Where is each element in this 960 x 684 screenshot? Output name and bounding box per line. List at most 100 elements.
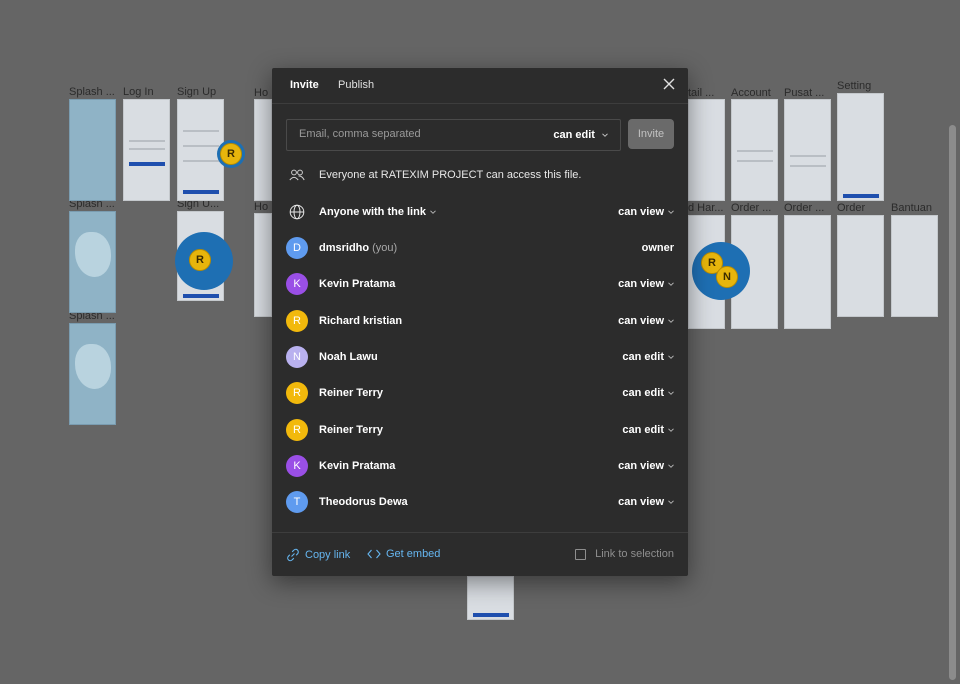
member-name-group: dmsridho (you) [319,242,397,254]
link-permission-select[interactable]: can view [618,206,674,218]
member-role: owner [642,242,674,254]
chevron-down-icon [668,210,674,214]
invite-button[interactable]: Invite [628,119,674,149]
email-input[interactable] [299,128,529,140]
frame-thumbnail[interactable] [688,99,725,201]
frame-thumbnail[interactable] [837,215,884,317]
frame-label[interactable]: Setting [837,80,871,92]
people-icon [286,164,308,186]
link-icon [287,548,299,562]
invite-permission-label: can edit [553,129,595,141]
tab-invite[interactable]: Invite [290,79,319,91]
frame-label[interactable]: Order [837,202,865,214]
link-to-selection-label: Link to selection [595,548,674,560]
frame-thumbnail[interactable] [784,215,831,329]
share-dialog: Invite Publish can edit Invite Everyone … [272,68,688,576]
member-permission-select[interactable]: can edit [622,424,674,436]
canvas-scrollbar[interactable] [949,125,956,680]
member-row: N Noah Lawu can edit [286,345,674,369]
frame-thumbnail[interactable] [731,99,778,201]
frame-thumbnail[interactable] [837,93,884,201]
frame-label[interactable]: Ho [254,201,268,213]
frame-thumbnail[interactable] [254,213,272,317]
member-name-group: Noah Lawu [319,351,378,363]
member-name: Noah Lawu [319,351,378,363]
member-you-tag: (you) [372,242,398,254]
chevron-down-icon [668,391,674,395]
chevron-down-icon [668,319,674,323]
link-access-select[interactable]: Anyone with the link [319,206,436,218]
collaborator-avatar: N [716,266,738,288]
copy-link-button[interactable]: Copy link [286,548,350,562]
member-permission-label: can view [618,496,664,508]
dialog-footer: Copy link Get embed Link to selection [272,532,688,576]
member-avatar: R [286,419,308,441]
member-name: dmsridho [319,242,370,254]
link-access-label: Anyone with the link [319,206,426,218]
collaborator-avatar: R [189,249,211,271]
member-permission-select[interactable]: can view [618,315,674,327]
chevron-down-icon [668,355,674,359]
link-permission-label: can view [618,206,664,218]
invite-permission-select[interactable]: can edit [553,129,608,141]
member-avatar: R [286,382,308,404]
team-access-text: Everyone at RATEXIM PROJECT can access t… [319,169,582,181]
chevron-down-icon [668,428,674,432]
frame-label[interactable]: Pusat ... [784,87,824,99]
dialog-header: Invite Publish [272,68,688,104]
member-name: Richard kristian [319,315,403,327]
close-icon[interactable] [662,77,676,91]
frame-label[interactable]: Sign Up [177,86,216,98]
team-access-row: Everyone at RATEXIM PROJECT can access t… [286,163,674,187]
link-to-selection-toggle[interactable]: Link to selection [575,548,674,560]
frame-label[interactable]: Ho [254,87,268,99]
frame-label[interactable]: Log In [123,86,154,98]
member-name: Kevin Pratama [319,278,396,290]
member-name: Theodorus Dewa [319,496,408,508]
member-row: R Reiner Terry can edit [286,381,674,405]
frame-label[interactable]: Account [731,87,771,99]
member-row: R Richard kristian can view [286,309,674,333]
member-permission-select[interactable]: can edit [622,351,674,363]
member-avatar: K [286,455,308,477]
frame-label[interactable]: Splash ... [69,86,115,98]
frame-label[interactable]: Order ... [784,202,824,214]
frame-thumbnail[interactable] [467,576,514,620]
member-name-group: Kevin Pratama [319,278,395,290]
member-permission-select[interactable]: can edit [622,387,674,399]
chevron-down-icon [668,500,674,504]
member-row: R Reiner Terry can edit [286,418,674,442]
frame-label[interactable]: Order ... [731,202,771,214]
link-to-selection-checkbox[interactable] [575,548,587,560]
tab-publish[interactable]: Publish [338,79,374,91]
member-permission-label: can edit [622,424,664,436]
chevron-down-icon [668,464,674,468]
member-row: K Kevin Pratama can view [286,272,674,296]
frame-thumbnail[interactable] [891,215,938,317]
member-name-group: Richard kristian [319,315,402,327]
frame-thumbnail[interactable] [123,99,170,201]
member-name-group: Theodorus Dewa [319,496,408,508]
invite-row: can edit Invite [286,119,674,151]
globe-icon [286,201,308,223]
frame-label[interactable]: d Har... [688,202,723,214]
frame-thumbnail[interactable] [69,99,116,201]
frame-thumbnail[interactable] [784,99,831,201]
frame-label[interactable]: Bantuan [891,202,932,214]
frame-thumbnail[interactable] [69,323,116,425]
link-access-row: Anyone with the link can view [286,200,674,224]
member-permission-select[interactable]: can view [618,496,674,508]
collaborator-cursor: R [175,232,233,290]
frame-label[interactable]: tail ... [688,87,714,99]
member-avatar: D [286,237,308,259]
member-row: Ddmsridho (you) owner [286,236,674,260]
frame-thumbnail[interactable] [69,211,116,313]
get-embed-button[interactable]: Get embed [367,548,440,560]
frame-thumbnail[interactable] [254,99,272,201]
member-permission-label: can edit [622,351,664,363]
member-name: Reiner Terry [319,424,383,436]
member-permission-select[interactable]: can view [618,460,674,472]
member-permission-select[interactable]: can view [618,278,674,290]
collaborator-cursor: R [217,140,245,168]
member-name-group: Kevin Pratama [319,460,395,472]
